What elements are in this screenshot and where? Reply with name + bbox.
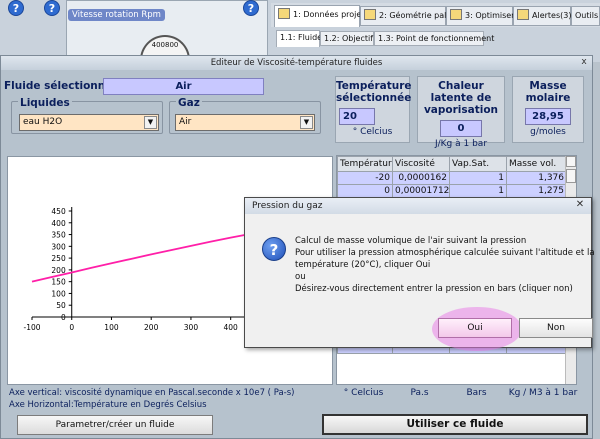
molar-mass-title: Masse molaire: [525, 80, 571, 104]
gas-pressure-dialog: Pression du gaz ✕ ? Calcul de masse volu…: [244, 197, 595, 351]
column-header[interactable]: Vap.Sat.: [449, 156, 507, 172]
y-tick-label: 350: [51, 231, 66, 240]
y-tick-label: 100: [51, 289, 66, 298]
x-tick-label: 400: [224, 323, 239, 332]
column-header[interactable]: Masse vol.: [506, 156, 567, 172]
tab-donnees-projet[interactable]: 1: Données projet: [274, 5, 364, 27]
y-tick-label: 450: [51, 207, 66, 216]
tab-alertes[interactable]: Alertes(3): [513, 6, 571, 26]
chevron-down-icon[interactable]: ▼: [144, 116, 157, 129]
project-icon: [278, 8, 290, 19]
y-tick-label: 250: [51, 254, 66, 263]
scroll-thumb[interactable]: [566, 169, 576, 183]
latent-heat-box: Chaleur latente de vaporisation 0 J/Kg à…: [417, 76, 505, 149]
help-icon[interactable]: ?: [44, 0, 60, 16]
y-tick-label: 300: [51, 242, 66, 251]
tab-geometrie-pale[interactable]: 2: Géométrie pale: [360, 6, 451, 26]
use-fluid-button[interactable]: Utiliser ce fluide: [322, 414, 588, 435]
x-tick-label: -100: [23, 323, 40, 332]
subtab-objectif[interactable]: 1.2: Objectif: [320, 31, 374, 46]
table-cell[interactable]: 1: [449, 171, 507, 185]
help-icon[interactable]: ?: [243, 0, 259, 16]
dialog-message-line: température (20°C), cliquer Oui: [295, 260, 431, 270]
unit-viscosity: Pa.s: [410, 388, 429, 398]
scroll-up-button[interactable]: [566, 156, 576, 167]
blade-icon: [364, 9, 376, 20]
main-tabs: 1: Données projet 2: Géométrie pale 3: O…: [271, 3, 600, 27]
gauge-value: 400800: [151, 41, 179, 49]
temperature-value: 20: [339, 108, 375, 125]
table-cell[interactable]: 1: [449, 184, 507, 198]
y-tick-label: 150: [51, 278, 66, 287]
tab-optimiser[interactable]: 3: Optimiser: [446, 6, 514, 26]
y-tick-label: 50: [56, 301, 66, 310]
table-cell[interactable]: 0: [337, 184, 393, 198]
table-row[interactable]: -20 0,0000162 1 1,376: [337, 171, 567, 185]
rpm-label: Vitesse rotation Rpm: [68, 9, 165, 21]
x-tick-label: 300: [184, 323, 199, 332]
window-title: Editeur de Viscosité-température fluides: [1, 56, 592, 70]
subtab-fluide[interactable]: 1.1: Fluide: [276, 30, 322, 47]
unit-vapsat: Bars: [466, 388, 487, 398]
table-cell[interactable]: 1,376: [506, 171, 567, 185]
x-tick-label: 200: [144, 323, 159, 332]
table-cell[interactable]: 0,0000162: [392, 171, 450, 185]
y-tick-label: 400: [51, 219, 66, 228]
no-button[interactable]: Non: [519, 318, 593, 338]
column-header[interactable]: Températur: [337, 156, 393, 172]
dialog-message-line: Désirez-vous directement entrer la press…: [295, 284, 573, 294]
dialog-title: Pression du gaz: [245, 198, 591, 214]
sub-tabs: 1.1: Fluide 1.2: Objectif 1.3: Point de …: [274, 29, 600, 47]
axis-vertical-note: Axe vertical: viscosité dynamique en Pas…: [9, 388, 295, 398]
unit-density: Kg / M3 à 1 bar: [508, 388, 578, 398]
close-icon[interactable]: ✕: [573, 199, 587, 212]
help-icon[interactable]: ?: [8, 0, 24, 16]
liquids-select[interactable]: eau H2O ▼: [19, 114, 159, 131]
table-cell[interactable]: -20: [337, 171, 393, 185]
x-tick-label: 100: [104, 323, 119, 332]
dialog-message-line: ou: [295, 272, 306, 282]
table-cell[interactable]: 0,00001712: [392, 184, 450, 198]
temperature-unit: ° Celcius: [352, 127, 393, 137]
latent-heat-unit: J/Kg à 1 bar: [434, 139, 488, 149]
close-icon[interactable]: x: [579, 58, 589, 68]
molar-mass-unit: g/moles: [530, 127, 566, 137]
gas-select[interactable]: Air ▼: [175, 114, 315, 131]
temperature-box: Température sélectionnée 20 ° Celcius: [335, 76, 412, 143]
column-header[interactable]: Viscosité: [392, 156, 450, 172]
molar-mass-value: 28,95: [525, 108, 571, 125]
y-tick-label: 0: [61, 313, 66, 322]
configure-fluid-button[interactable]: Parametrer/créer un fluide: [17, 415, 213, 435]
fluid-selected-value: Air: [103, 78, 264, 95]
unit-temperature: ° Celcius: [343, 388, 384, 398]
gear-icon: [450, 9, 462, 20]
latent-heat-value: 0: [440, 120, 482, 137]
molar-mass-box: Masse molaire 28,95 g/moles: [512, 76, 584, 143]
yes-button[interactable]: Oui: [438, 318, 512, 338]
latent-heat-title: Chaleur latente de vaporisation: [423, 80, 499, 116]
subtab-point-fonctionnement[interactable]: 1.3: Point de fonctionnement: [374, 31, 494, 46]
x-tick-label: 0: [69, 323, 74, 332]
axis-horizontal-note: Axe Horizontal:Température en Degrés Cel…: [9, 400, 207, 410]
chevron-down-icon[interactable]: ▼: [300, 116, 313, 129]
liquids-label: Liquides: [18, 97, 72, 109]
table-cell[interactable]: 1,275: [506, 184, 567, 198]
alert-icon: [517, 9, 529, 20]
temperature-title: Température sélectionnée: [336, 80, 412, 104]
dialog-message-line: Pour utiliser la pression atmosphérique …: [295, 248, 595, 258]
fluid-selected-label: Fluide sélectionné:: [4, 80, 117, 92]
table-header: Températur Viscosité Vap.Sat. Masse vol.: [337, 156, 567, 172]
tab-outils[interactable]: Outils: [571, 6, 600, 26]
question-icon: ?: [262, 237, 286, 261]
table-row[interactable]: 0 0,00001712 1 1,275: [337, 184, 567, 198]
dialog-message-line: Calcul de masse volumique de l'air suiva…: [295, 236, 527, 246]
gas-label: Gaz: [176, 97, 202, 109]
